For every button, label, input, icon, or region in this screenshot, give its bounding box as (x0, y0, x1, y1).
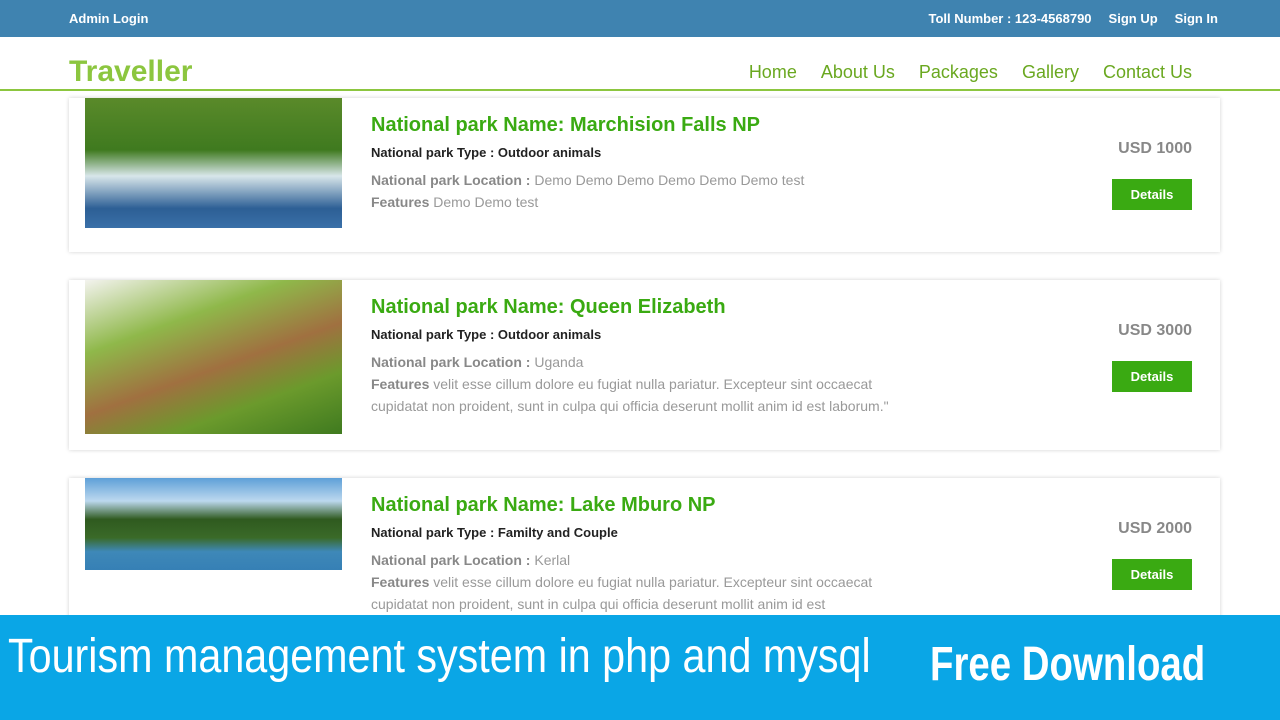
park-features: Demo Demo test (433, 194, 539, 210)
nav-packages[interactable]: Packages (919, 62, 998, 83)
location-label: National park Location : (371, 172, 531, 188)
park-location: Demo Demo Demo Demo Demo Demo test (534, 172, 805, 188)
features-label: Features (371, 376, 430, 392)
nav-gallery[interactable]: Gallery (1022, 62, 1079, 83)
park-card: National park Name: Marchision Falls NP … (69, 98, 1220, 252)
park-features: velit esse cillum dolore eu fugiat nulla… (371, 376, 889, 414)
park-name[interactable]: National park Name: Lake Mburo NP (371, 494, 931, 517)
park-location: Kerlal (534, 552, 571, 568)
park-price: USD 3000 (1118, 322, 1192, 339)
toll-number: Toll Number : 123-4568790 (928, 11, 1092, 26)
top-bar: Admin Login Toll Number : 123-4568790 Si… (0, 0, 1280, 37)
location-label: National park Location : (371, 354, 531, 370)
location-label: National park Location : (371, 552, 531, 568)
park-type: National park Type : Outdoor animals (371, 145, 602, 160)
details-button[interactable]: Details (1112, 361, 1192, 392)
park-name[interactable]: National park Name: Queen Elizabeth (371, 296, 931, 319)
park-image (85, 478, 342, 570)
park-image (85, 98, 342, 228)
header: Traveller Home About Us Packages Gallery… (0, 37, 1280, 91)
details-button[interactable]: Details (1112, 179, 1192, 210)
promo-banner: Tourism management system in php and mys… (0, 615, 1280, 720)
park-location: Uganda (534, 354, 584, 370)
sign-up-link[interactable]: Sign Up (1109, 11, 1158, 26)
nav-contact-us[interactable]: Contact Us (1103, 62, 1192, 83)
park-type: National park Type : Familty and Couple (371, 525, 618, 540)
park-card: National park Name: Queen Elizabeth Nati… (69, 280, 1220, 450)
nav-about-us[interactable]: About Us (821, 62, 895, 83)
free-download-text: Free Download (930, 638, 1206, 691)
nav-home[interactable]: Home (749, 62, 797, 83)
main-nav: Home About Us Packages Gallery Contact U… (749, 62, 1192, 83)
park-image (85, 280, 342, 434)
features-label: Features (371, 194, 430, 210)
sign-in-link[interactable]: Sign In (1175, 11, 1218, 26)
park-name[interactable]: National park Name: Marchision Falls NP (371, 114, 931, 137)
logo[interactable]: Traveller (69, 55, 192, 89)
admin-login-link[interactable]: Admin Login (69, 11, 148, 26)
banner-title: Tourism management system in php and mys… (8, 630, 871, 683)
park-price: USD 2000 (1118, 520, 1192, 537)
features-label: Features (371, 574, 430, 590)
park-type: National park Type : Outdoor animals (371, 327, 602, 342)
details-button[interactable]: Details (1112, 559, 1192, 590)
park-features: velit esse cillum dolore eu fugiat nulla… (371, 574, 873, 612)
park-price: USD 1000 (1118, 140, 1192, 157)
